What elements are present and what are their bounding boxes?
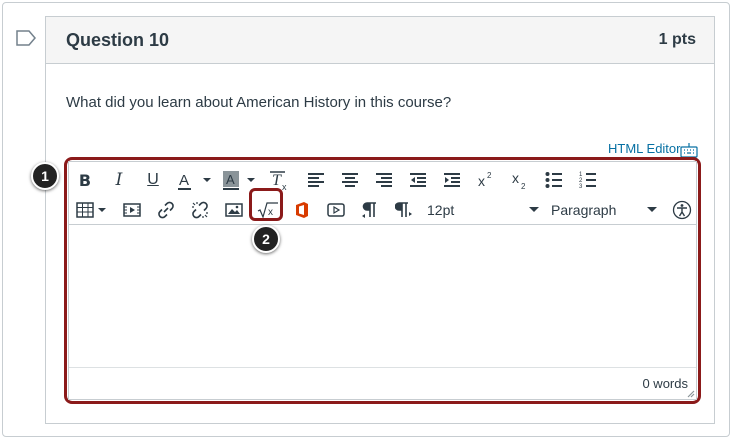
block-format-select[interactable]: Paragraph: [551, 198, 657, 222]
chevron-down-icon: [529, 207, 539, 212]
office-icon[interactable]: [291, 198, 313, 222]
media-icon[interactable]: [121, 198, 143, 222]
numbered-list-icon[interactable]: 123: [577, 168, 599, 192]
bold-icon[interactable]: B: [75, 168, 95, 192]
indent-icon[interactable]: [441, 168, 463, 192]
editor-content-area[interactable]: [69, 224, 696, 369]
editor-toolbar: B I U A A Tx x 2 x 2 1 2 3 x 12pt Paragr…: [69, 162, 696, 224]
callout-badge-1: 1: [31, 162, 59, 190]
word-count: 0 words: [642, 376, 688, 391]
rich-content-editor: B I U A A Tx x 2 x 2 1 2 3 x 12pt Paragr…: [68, 161, 697, 400]
question-header: Question 10 1 pts: [46, 17, 714, 64]
align-right-icon[interactable]: [373, 168, 395, 192]
font-size-select[interactable]: 12pt: [427, 198, 539, 222]
rtl-paragraph-icon[interactable]: [393, 198, 415, 222]
keyboard-shortcuts-icon[interactable]: [680, 142, 698, 158]
question-points: 1 pts: [658, 31, 696, 48]
unlink-icon[interactable]: [189, 198, 211, 222]
svg-text:A: A: [226, 172, 235, 187]
svg-text:2: 2: [521, 182, 526, 191]
chevron-down-icon: [647, 207, 657, 212]
font-size-value: 12pt: [427, 202, 455, 218]
image-icon[interactable]: [223, 198, 245, 222]
table-icon[interactable]: [75, 198, 109, 222]
outdent-icon[interactable]: [407, 168, 429, 192]
block-format-value: Paragraph: [551, 202, 617, 218]
question-text: What did you learn about American Histor…: [66, 94, 452, 111]
align-left-icon[interactable]: [305, 168, 327, 192]
resize-handle-icon[interactable]: [685, 388, 695, 398]
question-title: Question 10: [66, 30, 170, 50]
link-icon[interactable]: [155, 198, 177, 222]
text-color-icon[interactable]: A: [175, 168, 215, 192]
subscript-icon[interactable]: x2: [509, 168, 531, 192]
svg-text:2: 2: [487, 171, 492, 180]
svg-text:T: T: [272, 172, 282, 189]
callout-badge-2: 2: [252, 225, 280, 253]
svg-text:3: 3: [579, 184, 583, 190]
ltr-paragraph-icon[interactable]: [359, 198, 381, 222]
accessibility-icon[interactable]: [671, 198, 693, 222]
math-button-highlight-outline: [249, 188, 283, 221]
question-card: Question 10 1 pts What did you learn abo…: [45, 16, 715, 424]
svg-text:x: x: [512, 170, 519, 186]
html-editor-link[interactable]: HTML Editor: [608, 141, 680, 156]
italic-icon[interactable]: I: [109, 168, 129, 192]
underline-icon[interactable]: U: [143, 168, 163, 192]
question-flag-icon[interactable]: [16, 30, 36, 46]
editor-status-bar: 0 words: [69, 367, 696, 399]
superscript-icon[interactable]: x2: [475, 168, 497, 192]
svg-text:A: A: [179, 172, 189, 189]
svg-text:x: x: [282, 182, 287, 192]
align-center-icon[interactable]: [339, 168, 361, 192]
svg-text:x: x: [478, 173, 485, 189]
bullet-list-icon[interactable]: [543, 168, 565, 192]
video-icon[interactable]: [325, 198, 347, 222]
